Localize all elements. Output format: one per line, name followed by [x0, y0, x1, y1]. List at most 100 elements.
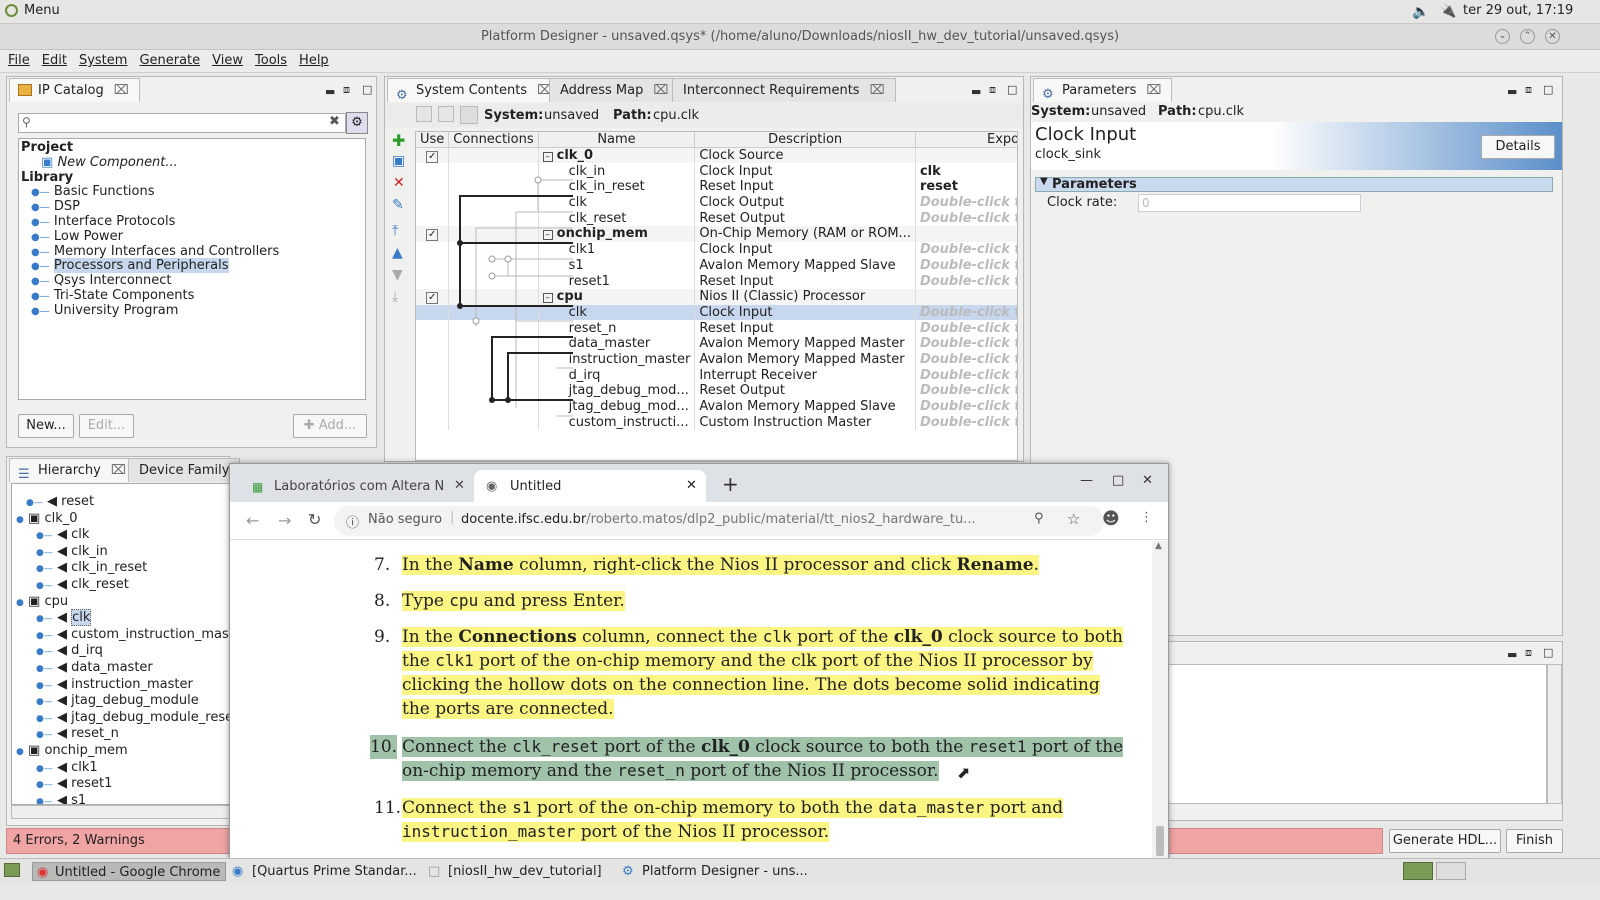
new-tab-icon[interactable]: + [722, 472, 739, 496]
ip-search-input[interactable]: ⚲ ✖ [18, 113, 346, 133]
ip-tree-item[interactable]: ●— Low Power [31, 229, 123, 244]
hierarchy-icon[interactable] [460, 106, 478, 124]
close-tab-icon[interactable]: ✕ [454, 478, 465, 493]
close-tab-icon[interactable]: ✕ [686, 478, 697, 493]
use-checkbox[interactable]: ✓ [426, 229, 439, 242]
nav-back-icon[interactable] [416, 106, 432, 122]
document-scrollbar[interactable]: ▲ [1152, 541, 1168, 859]
volume-icon[interactable]: 🔈 [1412, 4, 1429, 20]
hierarchy-item[interactable]: ●— ◀ clk_in_reset [36, 560, 147, 575]
expand-icon[interactable]: ●— [31, 306, 50, 317]
maximize-panel-icon[interactable]: □ [1543, 83, 1553, 96]
expand-icon[interactable]: ●— [31, 217, 50, 228]
expand-icon[interactable]: ●— [31, 202, 50, 213]
close-tab-icon[interactable]: ⌧ [870, 83, 885, 98]
collapse-icon[interactable]: ▼ [1040, 176, 1048, 187]
edit-icon[interactable]: ✎ [392, 197, 404, 213]
close-icon[interactable]: ✕ [1545, 29, 1560, 44]
taskbar-chrome[interactable]: ◉ Untitled - Google Chrome [32, 862, 226, 881]
network-icon[interactable]: 🔌 [1440, 4, 1456, 19]
menu-logo-icon[interactable] [5, 4, 18, 17]
tab-interconnect-requirements[interactable]: Interconnect Requirements ⌧ [672, 78, 896, 102]
workspace-2-icon[interactable] [1436, 862, 1466, 880]
expand-icon[interactable]: ● [16, 515, 24, 525]
hierarchy-item[interactable]: ● ▣ clk_0 [16, 511, 78, 526]
ip-tree-item[interactable]: ●— Interface Protocols [31, 214, 175, 229]
hierarchy-item[interactable]: ●— ◀ clk1 [36, 760, 98, 775]
show-desktop-icon[interactable] [4, 863, 20, 877]
expand-icon[interactable]: ●— [36, 797, 53, 804]
export-cell[interactable]: Double-click to [915, 336, 1017, 352]
remove-icon[interactable]: ✕ [393, 175, 405, 191]
export-cell[interactable]: Double-click to [915, 352, 1017, 368]
hierarchy-item[interactable]: ●— ◀ clk_reset [36, 577, 129, 592]
tab-address-map[interactable]: Address Map ⌧ [549, 78, 680, 102]
export-cell[interactable]: Double-click to [915, 242, 1017, 258]
tab-parameters[interactable]: ⚙ Parameters ⌧ [1033, 78, 1173, 102]
export-cell[interactable]: Double-click to [915, 383, 1017, 399]
col-export[interactable]: Export [915, 132, 1017, 148]
expand-icon[interactable]: ●— [36, 730, 53, 740]
expand-icon[interactable]: ●— [31, 276, 50, 287]
hierarchy-item[interactable]: ●— ◀ clk [36, 527, 89, 542]
expand-icon[interactable]: ●— [36, 631, 53, 641]
float-panel-icon[interactable]: ⧈ [343, 83, 350, 97]
hierarchy-item[interactable]: ●— ◀ jtag_debug_module_reset [36, 710, 230, 725]
export-cell[interactable]: Double-click to [915, 367, 1017, 383]
ip-tree-item[interactable]: ●— Basic Functions [31, 184, 155, 199]
ip-tree-item[interactable]: ▣ New Component... [41, 155, 178, 170]
address-bar[interactable]: ⓘ Não seguro | docente.ifsc.edu.br/rober… [334, 506, 1104, 536]
close-tab-icon[interactable]: ⌧ [1146, 83, 1161, 98]
ip-tree-item[interactable]: ●— DSP [31, 199, 80, 214]
expand-icon[interactable]: ●— [36, 531, 53, 541]
new-component-button[interactable]: New... [18, 414, 74, 438]
error-count[interactable]: 4 Errors, 2 Warnings [13, 833, 145, 848]
expand-icon[interactable]: ●— [36, 697, 53, 707]
ip-tree-item[interactable]: Library [21, 170, 73, 185]
messages-scrollbar[interactable] [1547, 664, 1562, 804]
finish-button[interactable]: Finish [1506, 829, 1563, 853]
export-cell[interactable]: Double-click to [915, 305, 1017, 321]
export-cell[interactable]: Double-click to [915, 195, 1017, 211]
clock-rate-input[interactable]: 0 [1138, 194, 1361, 212]
use-checkbox[interactable]: ✓ [426, 151, 439, 164]
hierarchy-item[interactable]: ●— ◀ reset_n [36, 726, 119, 741]
expand-icon[interactable]: ●— [36, 647, 53, 657]
move-up-icon[interactable]: ▲ [392, 245, 403, 261]
expand-icon[interactable]: ●— [31, 261, 50, 272]
add-icon[interactable]: ✚ [392, 131, 405, 150]
hierarchy-item[interactable]: ●— ◀ clk [36, 609, 92, 627]
expand-icon[interactable]: ●— [36, 564, 53, 574]
tab-system-contents[interactable]: ⚙ System Contents ⌧ [387, 78, 564, 103]
menu-generate[interactable]: Generate [133, 50, 206, 72]
col-connections[interactable]: Connections [448, 132, 539, 148]
export-cell[interactable]: Double-click to [915, 399, 1017, 415]
ip-tree-item[interactable]: ●— Qsys Interconnect [31, 273, 172, 288]
tab-device-family[interactable]: Device Family [128, 458, 241, 482]
connections-diagram[interactable] [456, 148, 578, 432]
hierarchy-hscrollbar[interactable] [11, 805, 231, 819]
menu-tools[interactable]: Tools [249, 50, 293, 72]
url-text[interactable]: docente.ifsc.edu.br/roberto.matos/dlp2_p… [461, 512, 1031, 527]
ip-tree-item[interactable]: ●— Memory Interfaces and Controllers [31, 244, 279, 259]
browser-tab-untitled[interactable]: ◉ Untitled ✕ [474, 470, 706, 502]
menu-view[interactable]: View [206, 50, 249, 72]
maximize-icon[interactable]: □ [1112, 473, 1124, 488]
expand-icon[interactable]: ●— [36, 581, 53, 591]
export-cell[interactable]: Double-click to [915, 258, 1017, 274]
tab-ip-catalog[interactable]: IP Catalog ⌧ [9, 78, 140, 102]
expand-icon[interactable]: ●— [36, 714, 53, 724]
minimize-icon[interactable]: — [1080, 473, 1093, 488]
float-panel-icon[interactable]: ⧈ [989, 83, 996, 97]
export-cell[interactable]: Double-click to [915, 414, 1017, 430]
maximize-panel-icon[interactable]: □ [1543, 646, 1553, 659]
hierarchy-item[interactable]: ●— ◀ custom_instruction_maste [36, 627, 230, 642]
export-cell[interactable]: Double-click to [915, 320, 1017, 336]
export-cell[interactable] [915, 148, 1017, 164]
gear-icon[interactable]: ⚙ [346, 112, 368, 134]
move-top-icon[interactable]: ⤒ [392, 223, 398, 239]
col-description[interactable]: Description [694, 132, 916, 148]
expand-icon[interactable]: ●— [36, 780, 53, 790]
col-use[interactable]: Use [416, 132, 450, 148]
taskbar-folder[interactable]: □ [niosII_hw_dev_tutorial] [426, 862, 602, 881]
